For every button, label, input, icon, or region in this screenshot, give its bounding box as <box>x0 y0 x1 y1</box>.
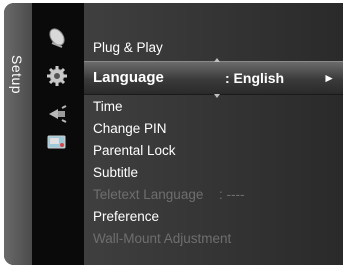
submenu-arrow-icon: ► <box>323 71 335 85</box>
menu-item-label: Teletext Language <box>93 187 204 202</box>
menu-item-label: Parental Lock <box>93 143 176 158</box>
menu-item-language[interactable]: Language : English ► <box>84 61 343 95</box>
menu-item-value: : ---- <box>219 187 245 202</box>
selected-item-value: : English <box>225 70 285 86</box>
menu-item-parental-lock[interactable]: Parental Lock <box>93 140 176 162</box>
scroll-up-indicator-icon <box>214 58 220 62</box>
category-icon-column <box>32 3 84 265</box>
menu-item-label: Change PIN <box>93 121 167 136</box>
menu-item-label: Wall-Mount Adjustment <box>93 231 232 246</box>
menu-item-change-pin[interactable]: Change PIN <box>93 118 167 140</box>
selected-item-label: Language <box>93 69 164 86</box>
menu-item-label: Plug & Play <box>93 40 163 55</box>
gear-icon[interactable] <box>46 65 68 87</box>
menu-item-subtitle[interactable]: Subtitle <box>93 162 138 184</box>
menu-list: Plug & Play Time Change PIN Parental Loc… <box>84 3 343 265</box>
scroll-down-indicator-icon <box>214 94 220 98</box>
menu-item-label: Preference <box>93 209 160 224</box>
menu-category-tab: Setup <box>4 3 32 265</box>
satellite-dish-icon[interactable] <box>46 27 68 49</box>
tv-menu-screen: Setup Plug & Play Time Change PIN Parent… <box>0 0 343 270</box>
menu-panel: Setup Plug & Play Time Change PIN Parent… <box>4 3 343 265</box>
menu-item-teletext-language: Teletext Language : ---- <box>93 184 244 206</box>
remote-control-icon[interactable] <box>46 131 68 153</box>
menu-item-label: Subtitle <box>93 165 139 180</box>
menu-item-label: Time <box>93 99 123 114</box>
menu-item-plug-and-play[interactable]: Plug & Play <box>93 37 163 59</box>
menu-item-preference[interactable]: Preference <box>93 206 159 228</box>
input-plug-icon[interactable] <box>46 103 68 125</box>
menu-item-wall-mount-adjustment: Wall-Mount Adjustment <box>93 228 231 250</box>
menu-category-label: Setup <box>9 55 25 95</box>
menu-item-time[interactable]: Time <box>93 96 123 118</box>
